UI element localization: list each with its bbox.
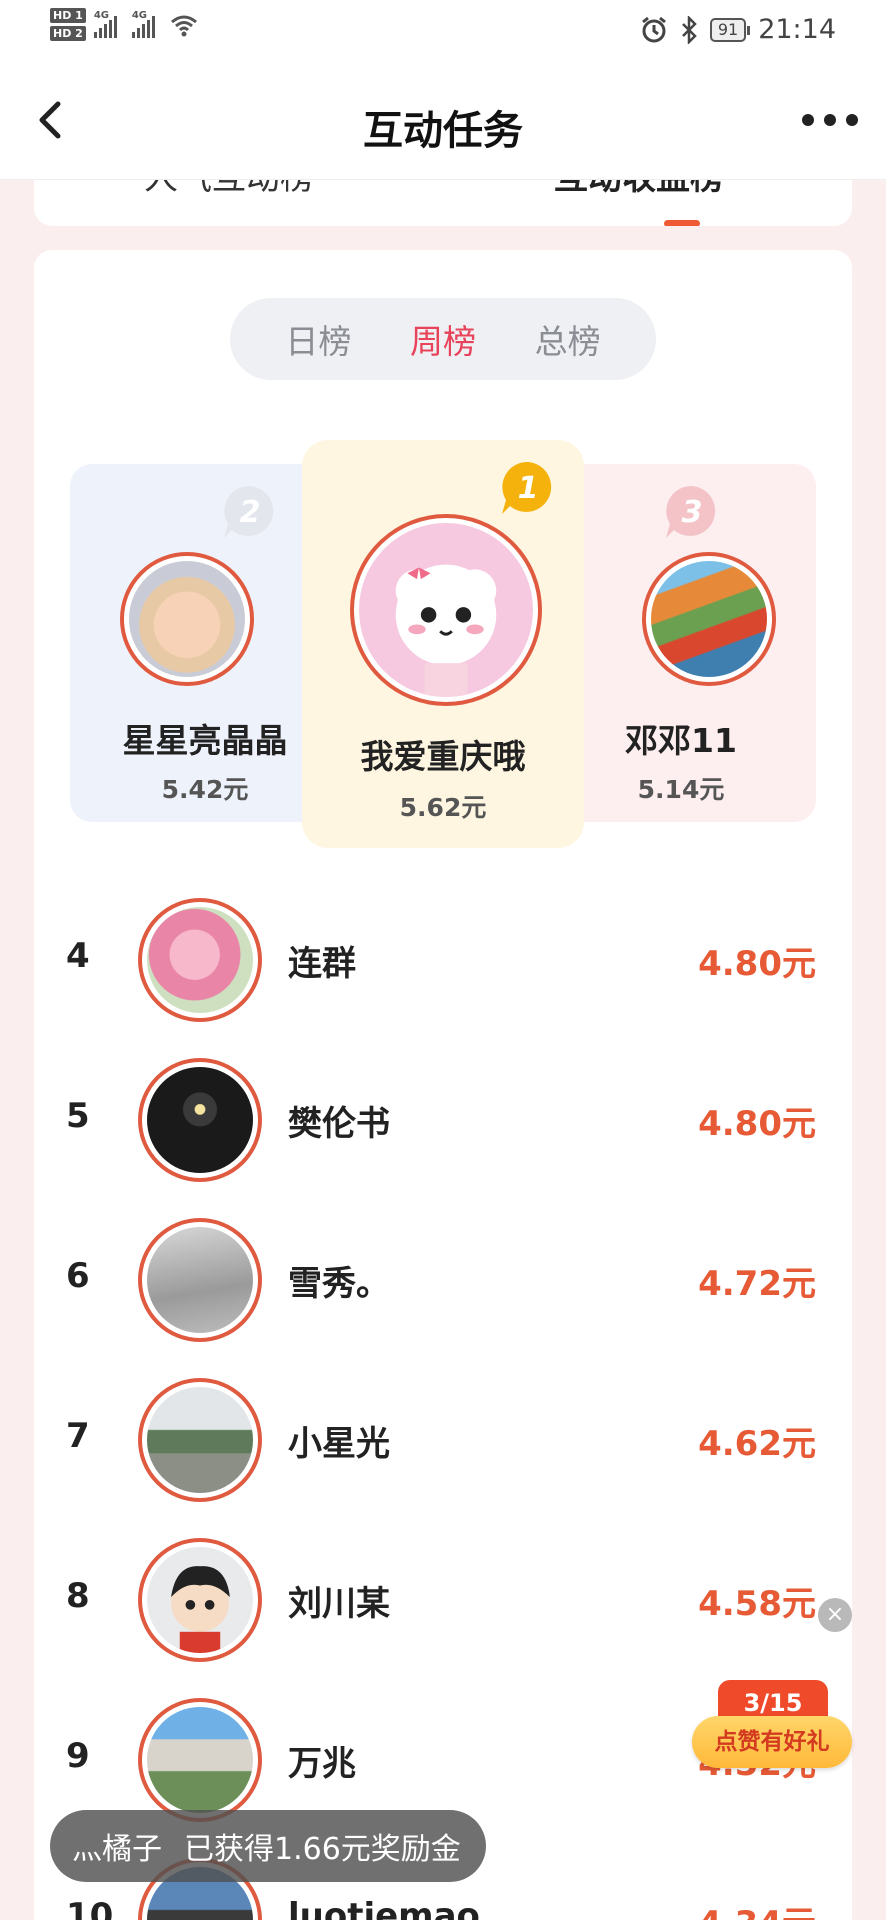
segment-total[interactable]: 总榜 — [535, 315, 601, 363]
user-name: 万兆 — [288, 1744, 356, 1784]
user-amount: 4.62元 — [698, 1424, 816, 1464]
promo-close-button[interactable]: × — [818, 1598, 852, 1632]
avatar — [138, 1058, 262, 1182]
nav-bar: 互动任务 — [0, 62, 886, 180]
svg-text:1: 1 — [518, 471, 539, 506]
toast-message: 已获得1.66元奖励金 — [184, 1832, 461, 1867]
segment-daily[interactable]: 日榜 — [285, 315, 351, 363]
hd1-badge: HD 1 — [50, 8, 86, 23]
rank-1-badge-icon: 1 — [502, 461, 552, 514]
list-item[interactable]: 8 刘川某 4.58元 — [34, 1520, 852, 1680]
promo-label: 点赞有好礼 — [692, 1716, 852, 1768]
user-amount: 4.34元 — [698, 1896, 816, 1920]
user-amount: 4.80元 — [698, 1104, 816, 1144]
podium-amount: 5.62元 — [399, 793, 487, 822]
signal-icon: 4G — [93, 9, 124, 38]
list-item[interactable]: 5 樊伦书 4.80元 — [34, 1040, 852, 1200]
rank-number: 10 — [66, 1896, 114, 1920]
alarm-icon — [641, 16, 666, 42]
rank-number: 8 — [66, 1576, 90, 1616]
reward-toast: 灬橘子 已获得1.66元奖励金 — [50, 1810, 486, 1882]
podium-name: 邓邓11 — [625, 721, 737, 760]
podium-third[interactable]: 3 邓邓11 5.14元 — [546, 464, 816, 822]
signal-icon: 4G — [131, 9, 162, 38]
hd2-badge: HD 2 — [50, 26, 86, 41]
tab-indicator — [664, 220, 700, 226]
network-type-2: 4G — [131, 9, 147, 21]
podium-name: 星星亮晶晶 — [122, 721, 288, 760]
podium-amount: 5.42元 — [161, 775, 249, 804]
user-name: 小星光 — [288, 1424, 390, 1464]
network-type-1: 4G — [93, 9, 109, 21]
avatar — [138, 1698, 262, 1822]
avatar — [350, 514, 542, 706]
podium-second[interactable]: 2 星星亮晶晶 5.42元 — [70, 464, 340, 822]
more-icon[interactable] — [802, 102, 858, 138]
rank-3-badge-icon: 3 — [666, 485, 716, 538]
list-item[interactable]: 6 雪秀。 4.72元 — [34, 1200, 852, 1360]
status-right: 91 21:14 — [640, 14, 836, 45]
battery-icon: 91 — [709, 17, 751, 42]
user-amount: 4.72元 — [698, 1264, 816, 1304]
bluetooth-icon — [681, 15, 697, 44]
list-item[interactable]: 7 小星光 4.62元 — [34, 1360, 852, 1520]
clock: 21:14 — [758, 14, 836, 45]
wifi-icon — [170, 15, 197, 36]
avatar — [138, 898, 262, 1022]
status-left: HD 1 HD 2 4G 4G — [50, 8, 198, 41]
svg-text:2: 2 — [240, 495, 261, 530]
avatar — [138, 1538, 262, 1662]
promo-like-gift[interactable]: 3/15 点赞有好礼 — [692, 1680, 852, 1772]
list-item[interactable]: 4 连群 4.80元 — [34, 880, 852, 1040]
user-name: 雪秀。 — [288, 1264, 390, 1304]
user-name: 连群 — [288, 944, 356, 984]
svg-text:3: 3 — [682, 495, 703, 530]
podium-amount: 5.14元 — [637, 775, 725, 804]
user-name: 刘川某 — [288, 1584, 390, 1624]
avatar — [138, 1218, 262, 1342]
podium-first[interactable]: 1 我爱重庆哦 5.62元 — [302, 440, 584, 848]
rank-2-badge-icon: 2 — [224, 485, 274, 538]
rank-number: 5 — [66, 1096, 90, 1136]
segment-weekly[interactable]: 周榜 — [410, 315, 476, 363]
hd-indicators: HD 1 HD 2 — [50, 8, 86, 41]
page-title: 互动任务 — [363, 108, 523, 154]
avatar — [138, 1378, 262, 1502]
rank-number: 6 — [66, 1256, 90, 1296]
rank-number: 9 — [66, 1736, 90, 1776]
ranking-card: 日榜 周榜 总榜 2 星星亮晶晶 5.42元 3 邓邓11 5.14元 1 我爱… — [34, 250, 852, 1920]
user-amount: 4.58元 — [698, 1584, 816, 1624]
toast-user: 灬橘子 — [72, 1832, 162, 1867]
period-segmented-control: 日榜 周榜 总榜 — [230, 298, 656, 380]
avatar — [120, 552, 254, 686]
podium-name: 我爱重庆哦 — [360, 737, 526, 776]
user-name: luotiemao — [288, 1896, 480, 1920]
avatar — [642, 552, 776, 686]
user-name: 樊伦书 — [288, 1104, 390, 1144]
rank-number: 7 — [66, 1416, 90, 1456]
rank-number: 4 — [66, 936, 90, 976]
status-bar: HD 1 HD 2 4G 4G 91 21:14 — [0, 0, 886, 62]
user-amount: 4.80元 — [698, 944, 816, 984]
